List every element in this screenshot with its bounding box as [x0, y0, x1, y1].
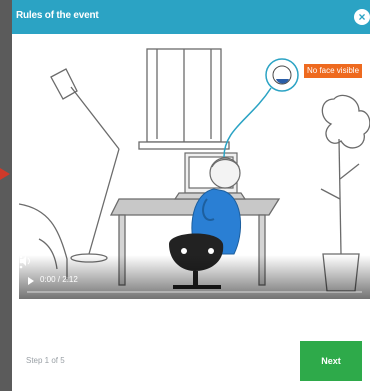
video-progress-bar[interactable]	[27, 291, 362, 293]
rules-modal: Rules of the event × No face visible 0:0…	[12, 0, 370, 391]
lamp-illustration	[50, 68, 120, 263]
video-player[interactable]: No face visible 0:00 / 2:12	[19, 39, 370, 299]
video-controls: 0:00 / 2:12	[19, 255, 370, 299]
step-indicator: Step 1 of 5	[26, 356, 65, 365]
more-icon[interactable]	[19, 255, 23, 269]
annotation-label: No face visible	[304, 64, 363, 78]
modal-footer: Step 1 of 5 Next	[12, 341, 370, 381]
next-button[interactable]: Next	[300, 341, 362, 381]
backdrop-arrow-icon	[0, 168, 10, 180]
modal-header: Rules of the event ×	[12, 0, 370, 34]
modal-title: Rules of the event	[16, 10, 99, 21]
camera-detection-indicator	[223, 58, 299, 158]
video-time: 0:00 / 2:12	[40, 275, 78, 284]
close-icon[interactable]: ×	[354, 9, 370, 25]
play-icon[interactable]	[28, 277, 34, 285]
window-illustration	[138, 48, 230, 150]
